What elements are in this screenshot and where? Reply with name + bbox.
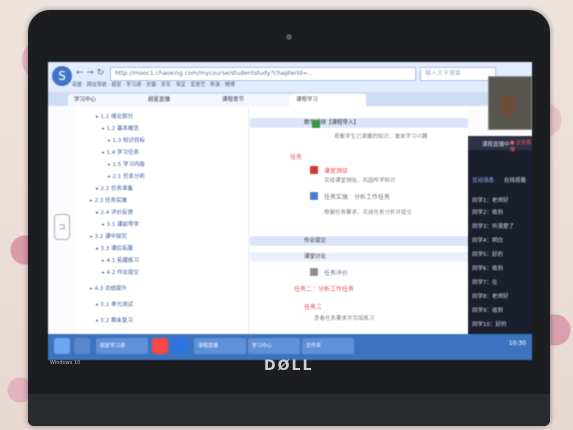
live-host: 课程直播中 — [482, 142, 510, 148]
chapter-tree: 1.1 绪论部分 1.2 基本概念 1.3 知识目标 1.4 学习任务 1.5 … — [76, 108, 249, 334]
tab-viewers[interactable]: 在线观看 — [504, 176, 526, 184]
chat-message: 同学5：好的 — [472, 252, 503, 258]
tree-item[interactable]: 1.1 绪论部分 — [96, 112, 134, 120]
tab-1[interactable]: 学习中心 — [68, 94, 144, 106]
tree-item[interactable]: 4.2 作业提交 — [102, 268, 140, 276]
tab-4[interactable]: 课程学习 — [290, 94, 366, 106]
webcam — [286, 34, 292, 40]
browser-logo-icon[interactable]: S — [52, 66, 72, 86]
expand-sidebar-button[interactable]: ⊐ — [54, 214, 70, 240]
tree-item[interactable]: 2.2 任务准备 — [96, 184, 134, 192]
chat-message: 同学2：收到 — [472, 210, 503, 216]
taskbar-clock: 10:30 — [508, 340, 526, 347]
content-header-band: 教学视频【课程导入】 — [250, 118, 468, 128]
chat-message: 同学3：听清楚了 — [472, 224, 514, 230]
chat-message: 同学10：好的 — [472, 322, 507, 328]
laptop-screen: S ← → ↻ http://mooc1.chaoxing.com/mycour… — [48, 62, 532, 360]
tree-item[interactable]: 3.2 课中探究 — [90, 232, 128, 240]
tab-2[interactable]: 超星直播 — [142, 94, 218, 106]
start-button-icon[interactable] — [54, 338, 70, 354]
item1-title[interactable]: 课堂测验 — [324, 166, 348, 175]
tree-item[interactable]: 1.4 学习任务 — [102, 148, 140, 156]
windows-taskbar: 超星学习通 课程直播 学习中心 文件夹 10:30 — [48, 334, 532, 360]
tree-item[interactable]: 1.2 基本概念 — [102, 124, 140, 132]
tree-item[interactable]: 1.5 学习内容 — [108, 160, 146, 168]
tab-messages[interactable]: 互动消息 — [472, 176, 494, 184]
item5-title[interactable]: 任务三 — [304, 302, 322, 311]
item3-title[interactable]: 任务评价 — [324, 268, 348, 277]
content-band-2: 作业提交 — [250, 236, 468, 246]
taskbar-window[interactable]: 文件夹 — [302, 338, 354, 354]
browser-tabs: 学习中心 超星直播 课程章节 课程学习 — [48, 92, 532, 106]
tab-3[interactable]: 课程章节 — [216, 94, 292, 106]
chrome-icon[interactable] — [152, 338, 168, 354]
tree-item[interactable]: 2.3 任务实施 — [90, 196, 128, 204]
tree-item[interactable]: 2.4 评价反馈 — [96, 208, 134, 216]
tree-item[interactable]: 1.3 知识目标 — [108, 136, 146, 144]
bookmarks-bar[interactable]: 百度 · 网址导航 · 超星 · 学习通 · 天猫 · 京东 · 淘宝 · 爱奇… — [72, 81, 482, 90]
presenter-video[interactable] — [488, 76, 532, 130]
chat-message: 同学7：在 — [472, 280, 498, 286]
chat-message: 同学4：明白 — [472, 238, 503, 244]
content-band-3[interactable]: 课堂讨论 — [250, 252, 468, 262]
windows-sticker: Windows 10 — [50, 360, 81, 366]
item5-text: 查看任务要求并完成练习 — [314, 316, 375, 322]
live-badge: ● 正在直播 — [510, 140, 531, 153]
search-input[interactable]: 输入文字搜索 — [420, 67, 496, 81]
document-icon — [310, 192, 318, 200]
tree-item[interactable]: 3.3 课后拓展 — [96, 244, 134, 252]
section-title: 任务 — [290, 154, 303, 161]
browser-toolbar: S ← → ↻ http://mooc1.chaoxing.com/mycour… — [48, 62, 532, 92]
taskbar-window[interactable]: 超星学习通 — [96, 338, 148, 354]
laptop-brand-logo: DØLL — [264, 358, 314, 374]
item4-title[interactable]: 任务二：分析工作任务 — [294, 284, 354, 293]
chat-message: 同学1：老师好 — [472, 198, 509, 204]
video-icon — [312, 120, 320, 128]
laptop-base — [28, 394, 550, 426]
evaluation-icon — [310, 268, 318, 276]
tree-item[interactable]: 5.2 期末复习 — [96, 316, 134, 324]
live-chat-panel: 课程直播中 ● 正在直播 互动消息 在线观看 同学1：老师好 同学2：收到 同学… — [468, 136, 532, 334]
item2-text: 根据任务要求，完成任务分析并提交 — [324, 210, 413, 216]
laptop: S ← → ↻ http://mooc1.chaoxing.com/mycour… — [28, 10, 550, 426]
intro-text: 观看学生已掌握的知识，激发学习兴趣 — [334, 134, 428, 140]
app-icon[interactable] — [172, 338, 188, 354]
taskbar-app-icon[interactable] — [74, 338, 90, 354]
chat-message: 同学8：老师好 — [472, 294, 509, 300]
tree-item[interactable]: 5.1 单元测试 — [96, 300, 134, 308]
live-panel-header: 课程直播中 ● 正在直播 — [468, 136, 532, 153]
item1-text: 完成课堂测验，巩固所学知识 — [324, 178, 396, 184]
tree-item[interactable]: 2.1 任务分析 — [108, 172, 146, 180]
nav-buttons[interactable]: ← → ↻ — [76, 68, 104, 78]
quiz-icon — [310, 166, 318, 174]
chat-message: 同学9：收到 — [472, 308, 503, 314]
address-bar[interactable]: http://mooc1.chaoxing.com/mycourse/stude… — [110, 67, 416, 81]
chat-message: 同学6：收到 — [472, 266, 503, 272]
tree-item[interactable]: 4.3 总结提升 — [90, 284, 128, 292]
item2-title[interactable]: 任务实施：分析工作任务 — [324, 192, 390, 201]
tree-item[interactable]: 4.1 拓展练习 — [102, 256, 140, 264]
taskbar-window[interactable]: 课程直播 — [194, 338, 246, 354]
presenter-face — [500, 95, 516, 117]
taskbar-window[interactable]: 学习中心 — [248, 338, 300, 354]
tree-item[interactable]: 3.1 课前导学 — [102, 220, 140, 228]
course-content: 教学视频【课程导入】 观看学生已掌握的知识，激发学习兴趣 任务 课堂测验 完成课… — [250, 108, 468, 334]
